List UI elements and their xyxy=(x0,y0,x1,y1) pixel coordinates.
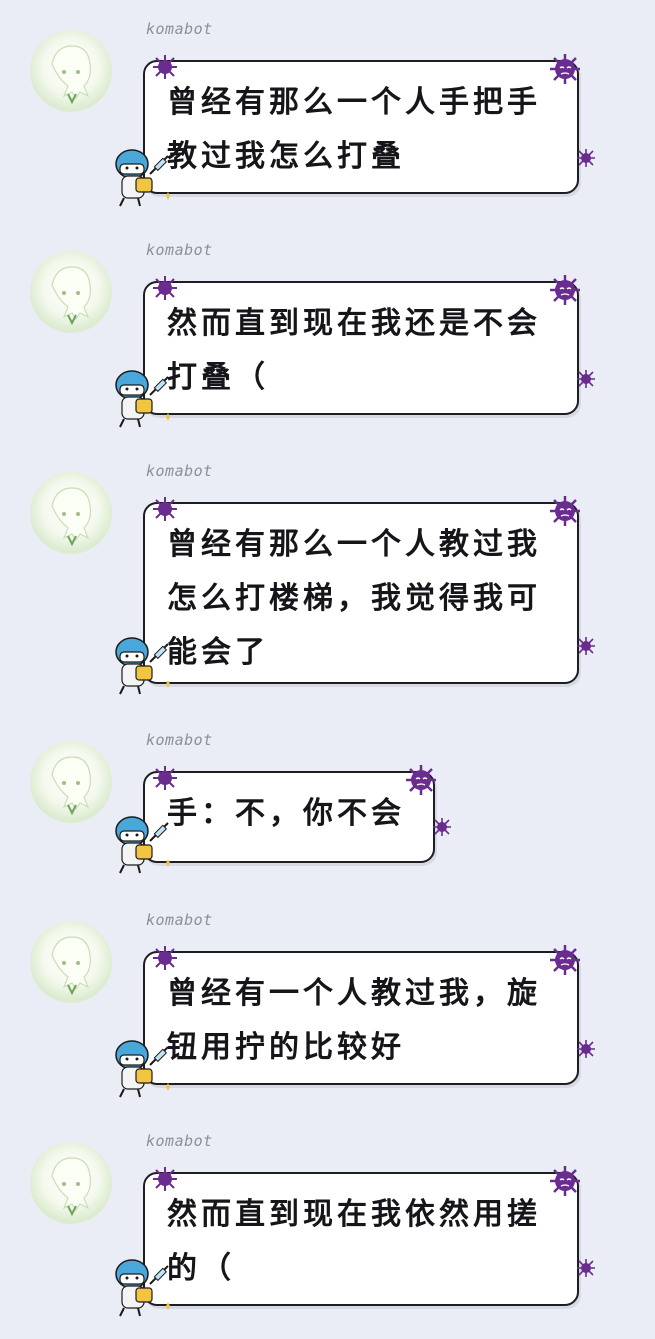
nurse-syringe-icon xyxy=(115,149,170,207)
avatar-icon[interactable] xyxy=(30,472,112,554)
avatar-icon[interactable] xyxy=(30,1142,112,1224)
message-text: 曾经有那么一个人教过我 怎么打楼梯，我觉得我可 能会了 xyxy=(167,527,541,670)
chat-message: komabot 手：不，你不会 xyxy=(0,731,655,891)
message-text: 曾经有一个人教过我，旋 钮用拧的比较好 xyxy=(167,976,541,1065)
nurse-syringe-icon xyxy=(115,637,170,695)
message-text: 手：不，你不会 xyxy=(167,796,405,831)
virus-icon xyxy=(577,1040,595,1058)
virus-icon xyxy=(153,276,177,300)
avatar-icon[interactable] xyxy=(30,921,112,1003)
nurse-syringe-icon xyxy=(115,1040,170,1098)
message-bubble[interactable]: 曾经有一个人教过我，旋 钮用拧的比较好 xyxy=(143,951,579,1085)
message-text: 曾经有那么一个人手把手 教过我怎么打叠 xyxy=(167,85,541,174)
virus-icon xyxy=(577,637,595,655)
message-bubble[interactable]: 手：不，你不会 xyxy=(143,771,435,863)
virus-icon xyxy=(153,497,177,521)
virus-icon xyxy=(577,1259,595,1277)
sender-name: komabot xyxy=(146,20,213,38)
message-bubble[interactable]: 曾经有那么一个人手把手 教过我怎么打叠 xyxy=(143,60,579,194)
avatar-icon[interactable] xyxy=(30,30,112,112)
virus-icon xyxy=(153,1167,177,1191)
virus-icon xyxy=(550,945,580,975)
chat-message: komabot 然而直到现在我还是不会 打叠（ xyxy=(0,241,655,441)
sender-name: komabot xyxy=(146,241,213,259)
virus-icon xyxy=(153,946,177,970)
message-bubble[interactable]: 曾经有那么一个人教过我 怎么打楼梯，我觉得我可 能会了 xyxy=(143,502,579,684)
message-bubble[interactable]: 然而直到现在我依然用搓 的（ xyxy=(143,1172,579,1306)
nurse-syringe-icon xyxy=(115,1259,170,1317)
virus-icon xyxy=(550,54,580,84)
virus-icon xyxy=(153,55,177,79)
sender-name: komabot xyxy=(146,911,213,929)
avatar-icon[interactable] xyxy=(30,741,112,823)
sender-name: komabot xyxy=(146,1132,213,1150)
sender-name: komabot xyxy=(146,731,213,749)
message-bubble[interactable]: 然而直到现在我还是不会 打叠（ xyxy=(143,281,579,415)
nurse-syringe-icon xyxy=(115,816,170,874)
message-text: 然而直到现在我依然用搓 的（ xyxy=(167,1197,541,1286)
chat-message: komabot 曾经有一个人教过我，旋 钮用拧的比较好 xyxy=(0,911,655,1111)
chat-message: komabot 然而直到现在我依然用搓 的（ xyxy=(0,1132,655,1332)
virus-icon xyxy=(577,149,595,167)
chat-message: komabot 曾经有那么一个人教过我 怎么打楼梯，我觉得我可 能会了 xyxy=(0,462,655,712)
virus-icon xyxy=(550,275,580,305)
nurse-syringe-icon xyxy=(115,370,170,428)
virus-icon xyxy=(153,766,177,790)
sender-name: komabot xyxy=(146,462,213,480)
message-text: 然而直到现在我还是不会 打叠（ xyxy=(167,306,541,395)
virus-icon xyxy=(550,496,580,526)
virus-icon xyxy=(550,1166,580,1196)
virus-icon xyxy=(577,370,595,388)
virus-icon xyxy=(406,765,436,795)
virus-icon xyxy=(433,818,451,836)
chat-message: komabot 曾经有那么一个人手把手 教过我怎么打叠 xyxy=(0,20,655,220)
avatar-icon[interactable] xyxy=(30,251,112,333)
